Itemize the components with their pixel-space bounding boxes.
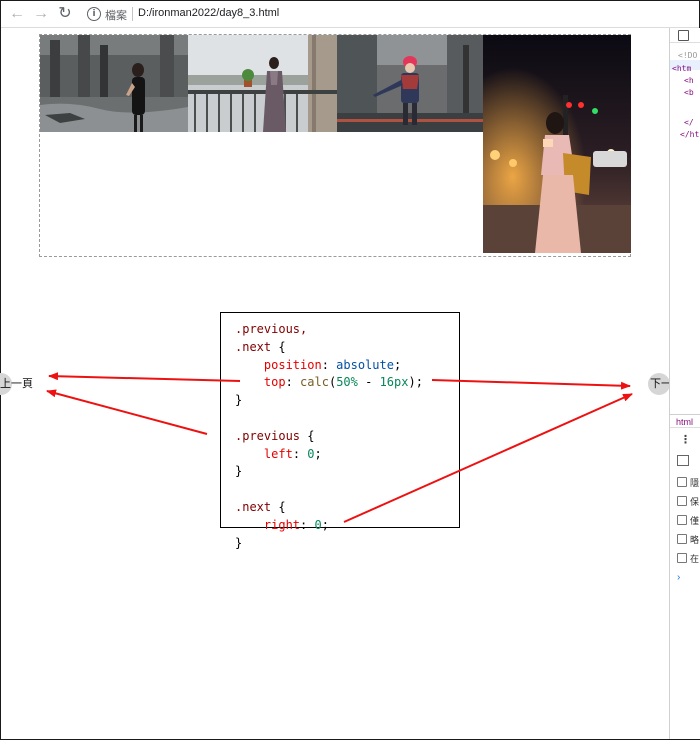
devtools-node[interactable]: <htm: [672, 64, 691, 73]
code-token: .previous,: [235, 322, 308, 336]
code-token: 0: [314, 517, 322, 532]
forward-arrow-icon[interactable]: →: [31, 4, 51, 24]
code-token: position: [263, 357, 322, 372]
code-line: }: [235, 392, 459, 410]
code-token: ;: [393, 357, 402, 372]
info-icon[interactable]: i: [87, 7, 101, 21]
code-line: left: 0;: [235, 446, 459, 464]
code-token: );: [408, 375, 423, 390]
code-line: }: [235, 463, 459, 481]
code-token: }: [235, 535, 243, 550]
code-token: .next: [235, 339, 272, 354]
devtools-checkbox[interactable]: [677, 553, 687, 563]
code-line: top: calc(50% - 16px);: [235, 374, 459, 392]
devtools-breadcrumb[interactable]: html: [670, 414, 700, 428]
devtools-node[interactable]: </ht: [680, 130, 699, 139]
code-token: }: [235, 393, 243, 408]
devtools-checkbox-label: 僅: [690, 516, 700, 526]
code-token: ;: [321, 517, 329, 532]
gallery-photo-2: [188, 35, 337, 132]
code-token: {: [300, 428, 315, 443]
photo-gallery: [39, 34, 631, 257]
code-line: .previous {: [235, 428, 459, 446]
previous-button[interactable]: 上一頁: [0, 373, 33, 395]
code-token: :: [300, 517, 315, 532]
code-token: :: [321, 357, 337, 372]
back-arrow-icon[interactable]: ←: [7, 4, 27, 24]
devtools-checkbox-label: 隱: [690, 478, 700, 488]
code-token: ;: [314, 446, 322, 461]
more-options-icon[interactable]: ⋮: [680, 433, 691, 446]
code-line: .next {: [235, 499, 459, 517]
code-token: -: [357, 375, 380, 390]
code-token: {: [271, 339, 286, 354]
code-token: .previous: [235, 428, 301, 443]
devtools-node[interactable]: <!DO: [678, 51, 697, 60]
code-token: .next: [235, 499, 272, 514]
next-button[interactable]: 下一頁: [648, 373, 683, 395]
code-line: .next {: [235, 339, 459, 357]
code-token: left: [263, 446, 293, 461]
devtools-panel: <!DO <htm <h <b </ </ht html ⋮ 隱保僅略在 ›: [669, 28, 700, 739]
code-line: .previous,: [235, 321, 459, 339]
code-token: :: [285, 375, 301, 390]
code-token: 0: [307, 446, 315, 461]
devtools-node[interactable]: <b: [684, 88, 694, 97]
devtools-checkbox[interactable]: [677, 496, 687, 506]
devtools-checkbox[interactable]: [677, 534, 687, 544]
gallery-photo-3: [337, 35, 483, 132]
code-line: position: absolute;: [235, 357, 459, 375]
code-line: }: [235, 535, 459, 553]
origin-label: 檔案: [105, 10, 127, 22]
reload-icon[interactable]: ↻: [55, 4, 75, 24]
code-token: {: [271, 499, 286, 514]
gallery-photo-4: [483, 35, 631, 253]
url-field[interactable]: D:/ironman2022/day8_3.html: [138, 7, 279, 19]
code-line: right: 0;: [235, 517, 459, 535]
css-code-box: .previous, .next { position: absolute; to…: [220, 312, 460, 550]
address-bar: ← → ↻ i 檔案 D:/ironman2022/day8_3.html: [1, 1, 699, 28]
code-token: :: [292, 446, 308, 461]
code-token: }: [235, 464, 243, 479]
code-token: right: [263, 517, 301, 532]
devtools-toolbar: [670, 28, 700, 43]
address-divider: [132, 7, 133, 21]
devtools-node[interactable]: <h: [684, 76, 694, 85]
code-token: top: [263, 375, 286, 390]
code-token: absolute: [336, 357, 394, 372]
devtools-checkbox-label: 保: [690, 497, 700, 507]
code-token: 50%: [336, 375, 358, 390]
devtools-checkbox[interactable]: [677, 477, 687, 487]
code-token: calc: [300, 375, 329, 390]
devtools-checkbox-label: 略: [690, 535, 700, 545]
inspect-element-icon[interactable]: [678, 30, 689, 41]
devtools-node[interactable]: </: [684, 118, 694, 127]
console-sidebar-icon[interactable]: [677, 455, 689, 466]
console-prompt-icon[interactable]: ›: [677, 572, 680, 583]
devtools-checkbox-label: 在: [690, 554, 700, 564]
devtools-checkbox[interactable]: [677, 515, 687, 525]
code-token: 16px: [379, 375, 409, 390]
gallery-photo-1: [40, 35, 188, 132]
